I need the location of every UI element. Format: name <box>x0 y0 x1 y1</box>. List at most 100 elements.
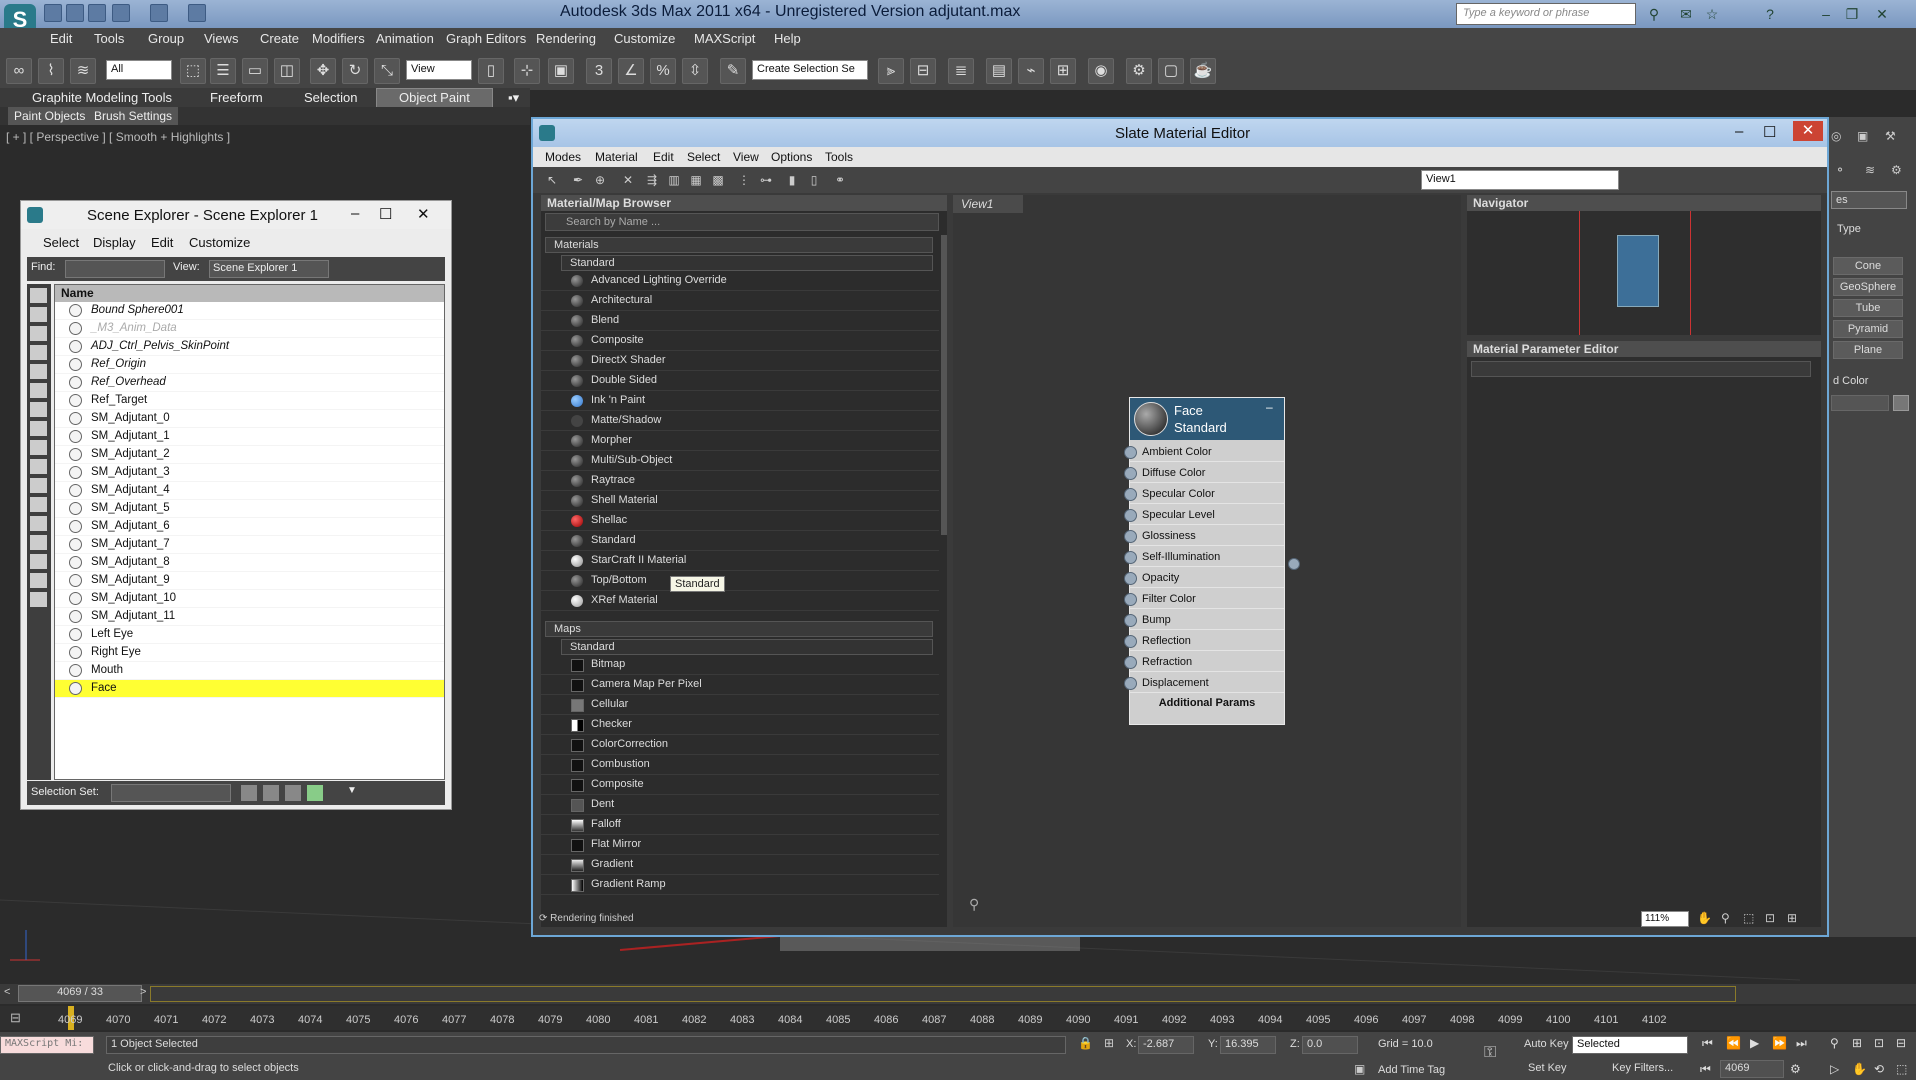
display-none-icon[interactable] <box>30 288 47 303</box>
x-coordinate-field[interactable]: -2.687 <box>1138 1036 1194 1054</box>
help-icon[interactable]: ? <box>1760 4 1780 24</box>
list-item[interactable]: ADJ_Ctrl_Pelvis_SkinPoint <box>55 338 444 356</box>
additional-params-rollout[interactable]: Additional Params <box>1130 694 1284 712</box>
snaps-toggle-icon[interactable]: 3 <box>586 58 612 84</box>
map-item[interactable]: Composite <box>541 775 939 795</box>
time-slider-track[interactable] <box>150 986 1736 1002</box>
material-item[interactable]: Morpher <box>541 431 939 451</box>
remove-selection-set-icon[interactable] <box>263 785 279 801</box>
communication-icon[interactable]: ✉ <box>1676 4 1696 24</box>
list-item[interactable]: SM_Adjutant_6 <box>55 518 444 536</box>
material-node-face[interactable]: Face Standard – Ambient Color Diffuse Co… <box>1124 397 1300 725</box>
slot-reflection[interactable]: Reflection <box>1124 631 1284 651</box>
invert-selection-icon[interactable] <box>30 535 47 550</box>
show-map-icon[interactable]: ▦ <box>687 171 705 189</box>
scene-menu-edit[interactable]: Edit <box>151 235 173 250</box>
menu-graph-editors[interactable]: Graph Editors <box>446 31 526 46</box>
minimize-icon[interactable]: – <box>351 205 359 222</box>
list-item[interactable]: SM_Adjutant_0 <box>55 410 444 428</box>
slate-menu-select[interactable]: Select <box>687 150 720 164</box>
save-file-icon[interactable] <box>88 4 106 22</box>
tab-object-paint[interactable]: Object Paint <box>376 88 493 108</box>
next-frame-icon[interactable]: ⏩ <box>1772 1036 1787 1050</box>
object-color-swatch[interactable] <box>1893 395 1909 411</box>
restore-icon[interactable]: ❐ <box>1842 4 1862 24</box>
display-helpers-icon[interactable] <box>30 383 47 398</box>
reference-coordinate-dropdown[interactable]: View <box>406 60 472 80</box>
map-item[interactable]: Checker <box>541 715 939 735</box>
play-icon[interactable]: ▶ <box>1750 1036 1759 1050</box>
maximize-icon[interactable]: ☐ <box>379 205 392 223</box>
percent-snap-icon[interactable]: % <box>650 58 676 84</box>
layer-manager-icon[interactable]: ≣ <box>948 58 974 84</box>
close-icon[interactable]: ✕ <box>1793 121 1823 141</box>
prev-frame-icon[interactable]: < <box>4 986 10 998</box>
menu-modifiers[interactable]: Modifiers <box>312 31 365 46</box>
utilities-panel-icon[interactable]: ▣ <box>1857 129 1868 143</box>
time-config-icon[interactable]: ⚙ <box>1790 1062 1801 1076</box>
z-coordinate-field[interactable]: 0.0 <box>1302 1036 1358 1054</box>
zoom-icon[interactable]: ⚲ <box>1721 911 1730 925</box>
list-item[interactable]: SM_Adjutant_4 <box>55 482 444 500</box>
track-bar[interactable]: ⊟ 4069 4070 4071 4072 4073 4074 4075 4076 4077 40… <box>0 1006 1916 1030</box>
unlink-icon[interactable]: ⌇ <box>38 58 64 84</box>
plane-button[interactable]: Plane <box>1833 341 1903 359</box>
display-lights-icon[interactable] <box>30 345 47 360</box>
display-shapes-icon[interactable] <box>30 326 47 341</box>
slot-diffuse-color[interactable]: Diffuse Color <box>1124 463 1284 483</box>
map-item[interactable]: Cellular <box>541 695 939 715</box>
select-manipulate-icon[interactable]: ⊹ <box>514 58 540 84</box>
slot-ambient-color[interactable]: Ambient Color <box>1124 442 1284 462</box>
rotate-icon[interactable]: ↻ <box>342 58 368 84</box>
display-cameras-icon[interactable] <box>30 364 47 379</box>
list-item[interactable]: SM_Adjutant_10 <box>55 590 444 608</box>
time-slider[interactable]: < 4069 / 33 > <box>0 984 1916 1004</box>
slot-displacement[interactable]: Displacement <box>1124 673 1284 693</box>
display-spacewarps-icon[interactable] <box>30 402 47 417</box>
list-item[interactable]: SM_Adjutant_7 <box>55 536 444 554</box>
slate-menu-tools[interactable]: Tools <box>825 150 853 164</box>
browser-search-input[interactable]: Search by Name ... <box>545 213 939 231</box>
display-xrefs-icon[interactable] <box>30 440 47 455</box>
layout-all-icon[interactable]: ⋮ <box>735 171 753 189</box>
layout-children-icon[interactable]: ⊶ <box>757 171 775 189</box>
systems-icon[interactable]: ⚙ <box>1891 163 1902 177</box>
display-panel-icon[interactable]: ◎ <box>1831 129 1841 143</box>
render-production-icon[interactable]: ☕ <box>1190 58 1216 84</box>
zoom-extents-icon[interactable]: ⊡ <box>1874 1036 1884 1050</box>
display-bones-icon[interactable] <box>30 459 47 474</box>
map-item[interactable]: Combustion <box>541 755 939 775</box>
next-frame-icon[interactable]: > <box>140 986 146 998</box>
list-item[interactable]: Left Eye <box>55 626 444 644</box>
zoom-extents-all-icon[interactable]: ⊟ <box>1896 1036 1906 1050</box>
menu-create[interactable]: Create <box>260 31 299 46</box>
go-to-start-icon[interactable]: ⏮ <box>1702 1036 1713 1051</box>
map-item[interactable]: Gradient <box>541 855 939 875</box>
pyramid-button[interactable]: Pyramid <box>1833 320 1903 338</box>
edit-named-selection-icon[interactable]: ✎ <box>720 58 746 84</box>
select-by-material-icon[interactable]: ⚭ <box>831 171 849 189</box>
browser-scrollbar[interactable] <box>941 235 947 535</box>
menu-group[interactable]: Group <box>148 31 184 46</box>
edit-selection-set-icon[interactable] <box>285 785 301 801</box>
expand-icon[interactable]: ▼ <box>347 785 357 796</box>
bind-spacewarp-icon[interactable]: ≋ <box>70 58 96 84</box>
tab-freeform[interactable]: Freeform <box>210 90 263 105</box>
material-item[interactable]: Ink 'n Paint <box>541 391 939 411</box>
binoculars-icon[interactable]: ⚲ <box>1644 4 1664 24</box>
materials-group-header[interactable]: Materials <box>545 237 933 253</box>
material-item[interactable]: Shell Material <box>541 491 939 511</box>
view1-tab[interactable]: View1 <box>953 195 1023 213</box>
material-item[interactable]: XRef Material <box>541 591 939 611</box>
menu-maxscript[interactable]: MAXScript <box>694 31 755 46</box>
tab-graphite-modeling-tools[interactable]: Graphite Modeling Tools <box>32 90 172 105</box>
go-to-end-icon[interactable]: ⏭ <box>1796 1036 1807 1051</box>
material-item[interactable]: Architectural <box>541 291 939 311</box>
orbit-icon[interactable]: ⟲ <box>1874 1062 1884 1076</box>
y-coordinate-field[interactable]: 16.395 <box>1220 1036 1276 1054</box>
list-item[interactable]: SM_Adjutant_5 <box>55 500 444 518</box>
undo-icon[interactable] <box>112 4 130 22</box>
display-geometry-icon[interactable] <box>30 307 47 322</box>
select-object-icon[interactable]: ⬚ <box>180 58 206 84</box>
slate-titlebar[interactable]: Slate Material Editor – ☐ ✕ <box>533 119 1827 147</box>
